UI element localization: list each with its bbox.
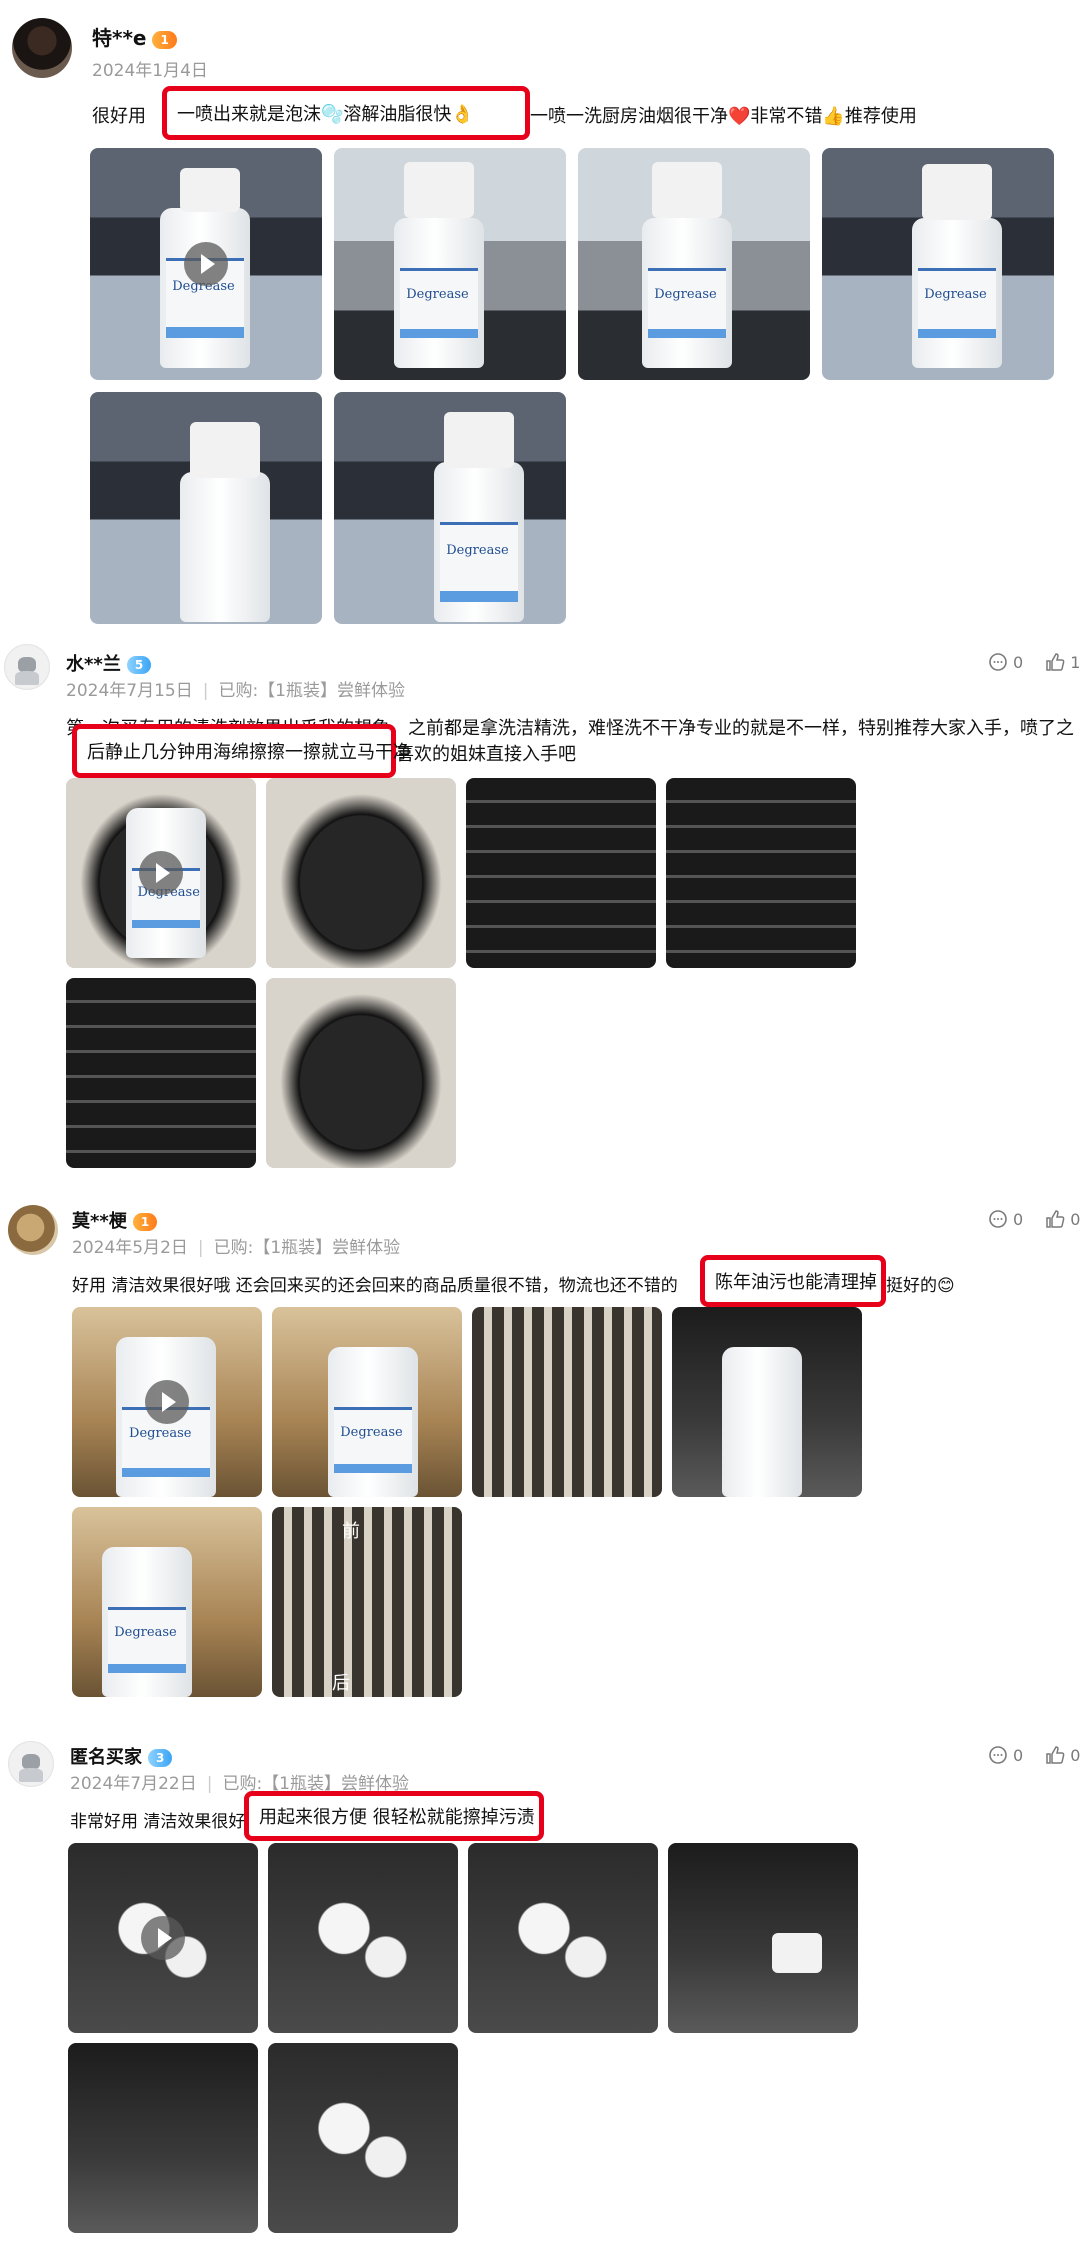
review-actions: 0 0 bbox=[988, 1209, 1080, 1229]
play-icon[interactable] bbox=[141, 1916, 185, 1960]
review-2: 水**兰 5 0 1 2024年7月15日 | 已购:【1瓶装】尝鲜体验 第一次买专用… bbox=[0, 640, 1080, 1180]
username: 特**e 1 bbox=[92, 22, 177, 51]
review-text-after: 一喷一洗厨房油烟很干净❤️非常不错👍推荐使用 bbox=[530, 106, 917, 127]
play-icon[interactable] bbox=[184, 242, 228, 286]
review-photo[interactable]: Degrease bbox=[272, 1307, 462, 1497]
review-photo[interactable]: Degrease bbox=[578, 148, 810, 380]
thumbs-up-icon bbox=[1046, 1210, 1065, 1228]
photo-caption: 前 bbox=[342, 1521, 360, 1542]
review-text-line2: 喜欢的姐妹直接入手吧 bbox=[396, 744, 576, 765]
level-badge: 1 bbox=[132, 1213, 158, 1231]
review-3: 莫**梗 1 0 0 2024年5月2日 | 已购:【1瓶装】尝鲜体验 好用 清洁效果… bbox=[0, 1195, 1080, 1715]
username: 莫**梗 1 bbox=[72, 1207, 158, 1233]
review-photo[interactable] bbox=[266, 778, 456, 968]
review-text-before: 好用 清洁效果很好哦 还会回来买的还会回来的商品质量很不错，物流也还不错的 bbox=[72, 1276, 678, 1296]
review-photo[interactable]: Degrease bbox=[72, 1307, 262, 1497]
avatar[interactable] bbox=[12, 18, 72, 78]
review-photo[interactable] bbox=[90, 392, 322, 624]
review-photo[interactable] bbox=[68, 2043, 258, 2233]
level-badge: 1 bbox=[152, 30, 177, 49]
review-photo[interactable] bbox=[66, 978, 256, 1168]
photo-caption: 后 bbox=[332, 1673, 350, 1694]
comment-icon bbox=[989, 1746, 1007, 1764]
review-photo[interactable] bbox=[668, 1843, 858, 2033]
avatar[interactable] bbox=[4, 644, 50, 690]
review-actions: 0 0 bbox=[988, 1745, 1080, 1765]
highlighted-text: 陈年油污也能清理掉 bbox=[700, 1255, 886, 1307]
like-button[interactable]: 0 bbox=[1045, 1209, 1080, 1229]
username: 匿名买家 3 bbox=[70, 1743, 173, 1769]
review-photo[interactable] bbox=[472, 1307, 662, 1497]
level-badge: 5 bbox=[126, 656, 152, 674]
review-text-after: 挺好的😊 bbox=[886, 1276, 955, 1296]
review-actions: 0 1 bbox=[988, 652, 1080, 672]
comment-button[interactable]: 0 bbox=[988, 652, 1023, 672]
comment-button[interactable]: 0 bbox=[988, 1209, 1023, 1229]
level-badge: 3 bbox=[148, 1749, 173, 1767]
review-text-before: 很好用 bbox=[92, 106, 146, 127]
review-date: 2024年1月4日 bbox=[92, 61, 208, 81]
thumbs-up-icon bbox=[1046, 1746, 1065, 1764]
review-4: 匿名买家 3 0 0 2024年7月22日 | 已购:【1瓶装】尝鲜体验 非常好用 清… bbox=[0, 1735, 1080, 2250]
review-meta: 2024年5月2日 | 已购:【1瓶装】尝鲜体验 bbox=[72, 1238, 401, 1258]
review-photo[interactable]: Degrease bbox=[90, 148, 322, 380]
like-button[interactable]: 0 bbox=[1045, 1745, 1080, 1765]
username: 水**兰 5 bbox=[66, 650, 152, 676]
review-text-before: 非常好用 清洁效果很好 bbox=[70, 1812, 246, 1832]
like-button[interactable]: 1 bbox=[1045, 652, 1080, 672]
play-icon[interactable] bbox=[145, 1380, 189, 1424]
comment-icon bbox=[989, 1210, 1007, 1228]
comment-icon bbox=[989, 653, 1007, 671]
highlighted-text: 后静止几分钟用海绵擦擦一擦就立马干净 bbox=[72, 724, 411, 778]
avatar[interactable] bbox=[8, 1205, 58, 1255]
review-photo[interactable] bbox=[666, 778, 856, 968]
review-photo[interactable] bbox=[68, 1843, 258, 2033]
review-1: 特**e 1 2024年1月4日 很好用 一喷出来就是泡沫🫧溶解油脂很快👌 一喷一… bbox=[0, 0, 1080, 640]
review-photo[interactable]: 前 后 bbox=[272, 1507, 462, 1697]
review-photo[interactable] bbox=[468, 1843, 658, 2033]
review-photo[interactable] bbox=[672, 1307, 862, 1497]
review-photo[interactable]: Degrease bbox=[66, 778, 256, 968]
thumbs-up-icon bbox=[1046, 653, 1065, 671]
highlighted-text: 用起来很方便 很轻松就能擦掉污渍 bbox=[244, 1791, 544, 1841]
review-photo[interactable]: Degrease bbox=[334, 148, 566, 380]
play-icon[interactable] bbox=[139, 851, 183, 895]
comment-button[interactable]: 0 bbox=[988, 1745, 1023, 1765]
review-photo[interactable] bbox=[466, 778, 656, 968]
review-photo[interactable]: Degrease bbox=[334, 392, 566, 624]
review-photo[interactable] bbox=[266, 978, 456, 1168]
review-photo[interactable] bbox=[268, 1843, 458, 2033]
avatar[interactable] bbox=[8, 1741, 54, 1787]
highlighted-text: 一喷出来就是泡沫🫧溶解油脂很快👌 bbox=[162, 86, 530, 140]
review-photo[interactable]: Degrease bbox=[822, 148, 1054, 380]
review-photo[interactable]: Degrease bbox=[72, 1507, 262, 1697]
review-meta: 2024年7月15日 | 已购:【1瓶装】尝鲜体验 bbox=[66, 681, 405, 701]
review-photo[interactable] bbox=[268, 2043, 458, 2233]
